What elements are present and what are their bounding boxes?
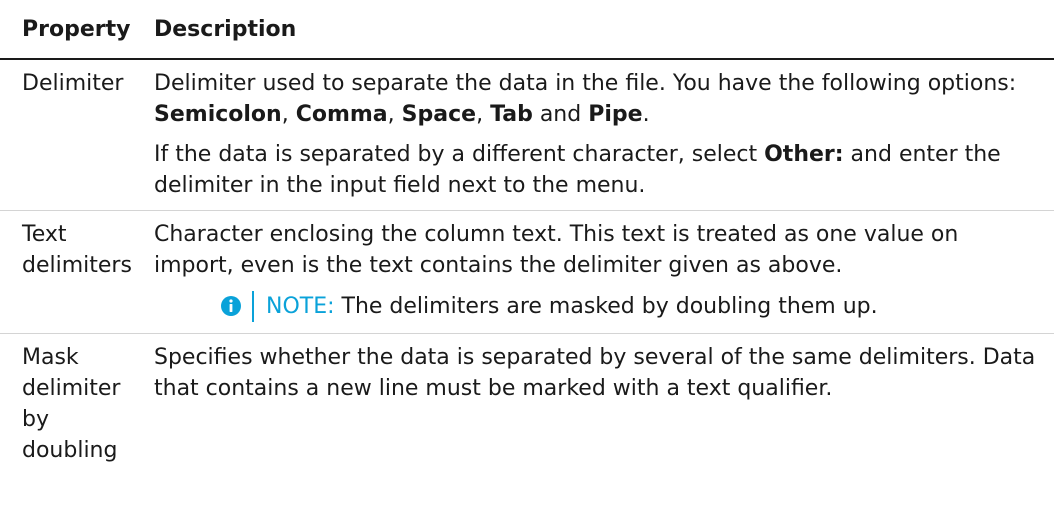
description-text: Delimiter used to separate the data in t…: [154, 71, 1017, 96]
description-paragraph: Delimiter used to separate the data in t…: [154, 68, 1040, 130]
table-row: Mask delimiter by doubling Specifies whe…: [0, 334, 1054, 476]
note-text: NOTE: The delimiters are masked by doubl…: [266, 291, 878, 322]
separator: and: [532, 102, 589, 127]
description-paragraph: If the data is separated by a different …: [154, 139, 1040, 201]
separator: ,: [281, 102, 296, 127]
property-name: Mask delimiter by doubling: [22, 345, 121, 463]
note-callout: NOTE: The delimiters are masked by doubl…: [220, 291, 1040, 322]
properties-table: Property Description Delimiter Delimiter…: [0, 0, 1054, 475]
table-row: Text delimiters Character enclosing the …: [0, 210, 1054, 334]
note-divider: [252, 291, 254, 322]
separator: ,: [387, 102, 402, 127]
header-description: Description: [151, 0, 1054, 60]
description-paragraph: Character enclosing the column text. Thi…: [154, 222, 959, 278]
separator: ,: [476, 102, 491, 127]
table-header-row: Property Description: [0, 0, 1054, 60]
option-pipe: Pipe: [588, 102, 643, 127]
option-semicolon: Semicolon: [154, 102, 282, 127]
description-text: If the data is separated by a different …: [154, 142, 765, 167]
note-body: The delimiters are masked by doubling th…: [334, 294, 878, 319]
property-description: Delimiter used to separate the data in t…: [151, 59, 1054, 211]
property-name: Text delimiters: [0, 210, 151, 334]
option-other: Other:: [764, 142, 844, 167]
option-space: Space: [401, 102, 477, 127]
property-description: Character enclosing the column text. Thi…: [151, 210, 1054, 334]
header-property: Property: [0, 0, 151, 60]
description-paragraph: Specifies whether the data is separated …: [154, 345, 1036, 401]
separator: .: [642, 102, 650, 127]
table-row: Delimiter Delimiter used to separate the…: [0, 59, 1054, 211]
property-description: Specifies whether the data is separated …: [151, 334, 1054, 476]
property-name: Delimiter: [0, 59, 151, 211]
info-icon: [221, 296, 241, 316]
option-comma: Comma: [295, 102, 388, 127]
note-label: NOTE:: [266, 294, 335, 319]
option-tab: Tab: [490, 102, 533, 127]
